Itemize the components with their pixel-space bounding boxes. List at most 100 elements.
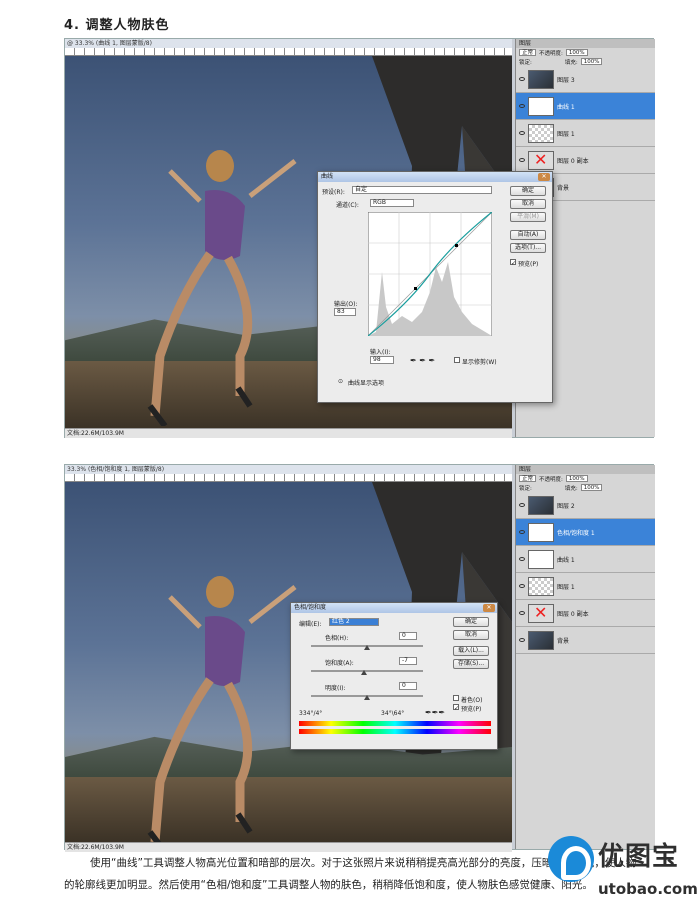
layer-thumbnail — [528, 150, 554, 170]
visibility-eye-icon[interactable] — [519, 77, 525, 81]
opacity-input[interactable]: 100% — [565, 49, 588, 56]
hue-input[interactable]: 0 — [399, 632, 417, 640]
layer-row[interactable]: 曲线 1 — [516, 546, 655, 573]
layer-row[interactable]: 图层 3 — [516, 66, 655, 93]
layer-row[interactable]: 图层 2 — [516, 492, 655, 519]
colorize-label: 着色(O) — [461, 697, 483, 704]
layer-thumbnail — [528, 603, 554, 623]
curve-options-toggle-icon[interactable]: ⊙ — [338, 378, 343, 385]
layer-thumbnail — [528, 549, 554, 569]
colorize-checkbox[interactable] — [453, 695, 459, 701]
visibility-eye-icon[interactable] — [519, 158, 525, 162]
layer-row[interactable]: 图层 0 副本 — [516, 147, 655, 174]
layer-row[interactable]: 曲线 1 — [516, 93, 655, 120]
layer-row[interactable]: 图层 1 — [516, 573, 655, 600]
channel-select[interactable]: RGB — [370, 199, 414, 207]
layer-thumbnail — [528, 495, 554, 515]
dialog-title-bar: 曲线 ✕ — [318, 172, 552, 182]
preset-label: 预设(R): — [322, 189, 345, 196]
auto-button[interactable]: 自动(A) — [510, 230, 546, 240]
opacity-label: 不透明度: — [539, 50, 563, 57]
visibility-eye-icon[interactable] — [519, 104, 525, 108]
layer-row[interactable]: 色相/饱和度 1 — [516, 519, 655, 546]
dialog-title: 色相/饱和度 — [294, 604, 327, 611]
lightness-slider-handle[interactable] — [364, 695, 370, 700]
eyedropper-icon[interactable]: ✒✒✒ — [425, 708, 445, 717]
close-icon[interactable]: ✕ — [483, 604, 495, 612]
layers-tab[interactable]: 图层 — [516, 465, 655, 474]
jumping-woman-illustration — [147, 150, 297, 426]
layer-row[interactable]: 背景 — [516, 627, 655, 654]
document-title: @ 33.3% (曲线 1, 图层蒙版/8) — [65, 39, 512, 48]
opacity-input[interactable]: 100% — [565, 475, 588, 482]
lightness-input[interactable]: 0 — [399, 682, 417, 690]
saturation-slider-handle[interactable] — [361, 670, 367, 675]
layer-thumbnail — [528, 576, 554, 596]
preview-checkbox[interactable]: ✓ — [510, 259, 516, 267]
layer-name: 曲线 1 — [557, 103, 575, 111]
saturation-slider[interactable] — [311, 670, 423, 672]
range-right-label: 34°\64° — [381, 710, 405, 717]
visibility-eye-icon[interactable] — [519, 530, 525, 534]
saturation-input[interactable]: -7 — [399, 657, 417, 665]
preview-checkbox[interactable]: ✓ — [453, 704, 459, 712]
show-clipping-label: 显示修剪(W) — [462, 359, 497, 366]
layer-name: 图层 1 — [557, 130, 575, 138]
options-button[interactable]: 选项(T)... — [510, 243, 546, 253]
layer-row[interactable]: 图层 0 副本 — [516, 600, 655, 627]
eyedropper-icon[interactable]: ✒ ✒ ✒ — [410, 356, 435, 365]
cancel-button[interactable]: 取消 — [510, 199, 546, 209]
edit-select[interactable]: 红色 2 — [329, 618, 379, 626]
smooth-button[interactable]: 平滑(M) — [510, 212, 546, 222]
lock-label: 锁定: — [519, 485, 532, 492]
visibility-eye-icon[interactable] — [519, 131, 525, 135]
photoshop-screenshot-hue-saturation: 33.3% (色相/饱和度 1, 图层蒙版/8) 文档:22.6M/103.9M… — [64, 464, 655, 852]
visibility-eye-icon[interactable] — [519, 611, 525, 615]
show-clipping-checkbox[interactable] — [454, 357, 460, 363]
layer-name: 图层 1 — [557, 583, 575, 591]
range-left-label: 334°/4° — [299, 710, 323, 717]
output-label: 输出(O): — [334, 301, 358, 308]
layer-thumbnail — [528, 522, 554, 542]
layer-list: 图层 2 色相/饱和度 1 曲线 1 图层 1 图层 0 副本背景 — [516, 492, 655, 654]
blend-mode-select[interactable]: 正常 — [519, 475, 537, 482]
preset-select[interactable]: 自定 — [352, 186, 492, 194]
visibility-eye-icon[interactable] — [519, 557, 525, 561]
visibility-eye-icon[interactable] — [519, 638, 525, 642]
layer-name: 图层 0 副本 — [557, 157, 589, 165]
curve-graph[interactable] — [368, 212, 492, 336]
channel-label: 通道(C): — [336, 202, 359, 209]
input-input[interactable]: 98 — [370, 356, 394, 364]
lock-label: 锁定: — [519, 59, 532, 66]
fill-input[interactable]: 100% — [580, 58, 603, 65]
visibility-eye-icon[interactable] — [519, 584, 525, 588]
blend-mode-select[interactable]: 正常 — [519, 49, 537, 56]
save-button[interactable]: 存储(S)... — [453, 659, 489, 669]
curve-options-label: 曲线显示选项 — [348, 380, 385, 387]
layer-name: 图层 0 副本 — [557, 610, 589, 618]
hue-slider-handle[interactable] — [364, 645, 370, 650]
layer-name: 曲线 1 — [557, 556, 575, 564]
section-heading: 4. 调整人物肤色 — [64, 18, 170, 33]
result-hue-bar — [299, 729, 491, 734]
ok-button[interactable]: 确定 — [453, 617, 489, 627]
ok-button[interactable]: 确定 — [510, 186, 546, 196]
visibility-eye-icon[interactable] — [519, 503, 525, 507]
jumping-woman-illustration — [147, 576, 297, 842]
fill-input[interactable]: 100% — [580, 484, 603, 491]
utobao-logo-icon — [548, 836, 594, 882]
load-button[interactable]: 载入(L)... — [453, 646, 489, 656]
cancel-button[interactable]: 取消 — [453, 630, 489, 640]
layers-tab[interactable]: 图层 — [516, 39, 655, 48]
layer-thumbnail — [528, 96, 554, 116]
close-icon[interactable]: ✕ — [538, 173, 550, 181]
layer-thumbnail — [528, 630, 554, 650]
layer-name: 图层 3 — [557, 76, 575, 84]
hue-label: 色相(H): — [325, 635, 349, 642]
layer-row[interactable]: 图层 1 — [516, 120, 655, 147]
preview-label: 预览(P) — [518, 261, 539, 268]
layer-name: 背景 — [557, 184, 570, 192]
watermark: 优图宝 utobao.com — [548, 832, 697, 914]
layer-thumbnail — [528, 123, 554, 143]
output-input[interactable]: 83 — [334, 308, 356, 316]
